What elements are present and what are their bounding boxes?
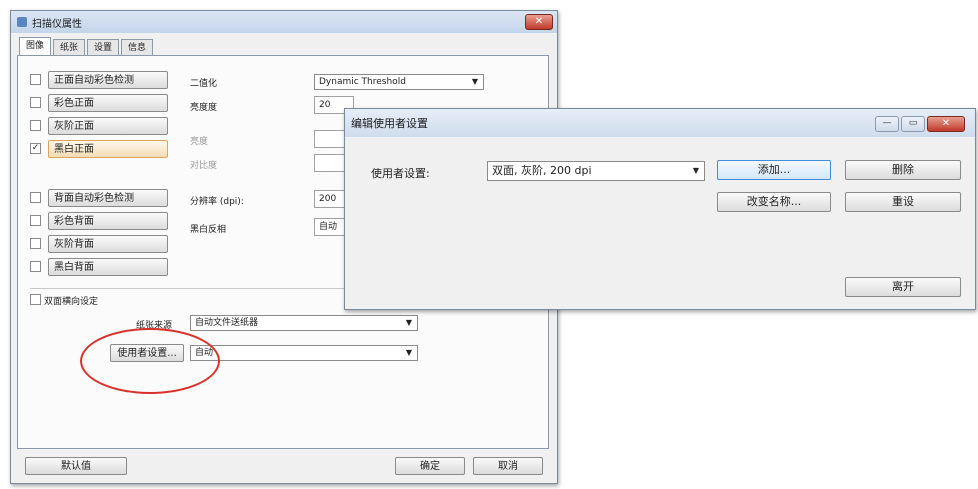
close-button[interactable]: ✕	[525, 14, 553, 30]
dropdown-arrow-icon: ▼	[405, 348, 412, 357]
color-back-button[interactable]: 彩色背面	[48, 212, 168, 230]
gray-back-button[interactable]: 灰阶背面	[48, 235, 168, 253]
back-auto-color-button[interactable]: 背面自动彩色检测	[48, 189, 168, 207]
color-front-checkbox[interactable]	[30, 97, 41, 108]
add-button[interactable]: 添加...	[717, 160, 831, 180]
color-back-checkbox[interactable]	[30, 215, 41, 226]
bw-front-checkbox[interactable]: ✓	[30, 143, 41, 154]
brightness-label: 亮度	[190, 137, 209, 147]
delete-button[interactable]: 删除	[845, 160, 961, 180]
minimize-button[interactable]: —	[875, 116, 899, 132]
bw-front-button[interactable]: 黑白正面	[48, 140, 168, 158]
tab-strip: 图像 纸张 设置 信息	[19, 37, 155, 56]
user-dialog-title: 编辑使用者设置	[351, 117, 428, 130]
reset-button[interactable]: 重设	[845, 192, 961, 212]
back-auto-color-checkbox[interactable]	[30, 192, 41, 203]
rename-button[interactable]: 改变名称...	[717, 192, 831, 212]
dropdown-arrow-icon: ▼	[471, 77, 478, 86]
tab-settings[interactable]: 设置	[87, 39, 120, 56]
user-settings-dropdown[interactable]: 双面, 灰阶, 200 dpi ▼	[487, 161, 705, 181]
binarization-label: 二值化	[190, 79, 218, 89]
title-bar: 扫描仪属性	[11, 11, 557, 33]
ok-button[interactable]: 确定	[395, 457, 465, 475]
tab-paper[interactable]: 纸张	[53, 39, 86, 56]
dropdown-arrow-icon: ▼	[692, 166, 699, 175]
paper-source-value: 自动文件送纸器	[195, 318, 259, 328]
bw-invert-value: 自动	[319, 222, 338, 232]
multifeed-checkbox[interactable]	[30, 294, 41, 305]
bw-back-checkbox[interactable]	[30, 261, 41, 272]
binarization-value: Dynamic Threshold	[319, 77, 406, 87]
maximize-button[interactable]: ▭	[901, 116, 925, 132]
color-front-button[interactable]: 彩色正面	[48, 94, 168, 112]
bw-invert-label: 黑白反相	[190, 225, 227, 235]
paper-source-select[interactable]: 自动文件送纸器 ▼	[190, 315, 418, 331]
multifeed-label: 双面横向设定	[44, 297, 99, 307]
default-button[interactable]: 默认值	[25, 457, 127, 475]
front-auto-color-checkbox[interactable]	[30, 74, 41, 85]
front-auto-color-button[interactable]: 正面自动彩色检测	[48, 71, 168, 89]
leave-button[interactable]: 离开	[845, 277, 961, 297]
user-dialog-close-button[interactable]: ✕	[927, 116, 965, 132]
edit-user-settings-dialog: 编辑使用者设置 — ▭ ✕ 使用者设置: 双面, 灰阶, 200 dpi ▼ 添…	[344, 108, 976, 310]
dialog-title: 扫描仪属性	[32, 18, 82, 30]
cancel-button[interactable]: 取消	[473, 457, 543, 475]
resolution-label: 分辨率 (dpi):	[190, 197, 244, 207]
gray-back-checkbox[interactable]	[30, 238, 41, 249]
gray-front-checkbox[interactable]	[30, 120, 41, 131]
binarization-select[interactable]: Dynamic Threshold ▼	[314, 74, 484, 90]
user-settings-label: 使用者设置:	[371, 167, 430, 180]
dropdown-arrow-icon: ▼	[405, 318, 412, 327]
user-settings-select[interactable]: 自动 ▼	[190, 345, 418, 361]
bw-back-button[interactable]: 黑白背面	[48, 258, 168, 276]
tab-info[interactable]: 信息	[121, 39, 154, 56]
tab-image[interactable]: 图像	[19, 37, 52, 56]
highlight-ellipse	[80, 328, 220, 394]
gray-front-button[interactable]: 灰阶正面	[48, 117, 168, 135]
contrast-value: 20	[319, 100, 331, 110]
contrast-label: 亮度度	[190, 103, 218, 113]
app-icon	[17, 17, 27, 27]
resolution-value: 200	[319, 194, 337, 204]
contrast2-label: 对比度	[190, 161, 218, 171]
user-settings-dropdown-value: 双面, 灰阶, 200 dpi	[492, 164, 592, 177]
